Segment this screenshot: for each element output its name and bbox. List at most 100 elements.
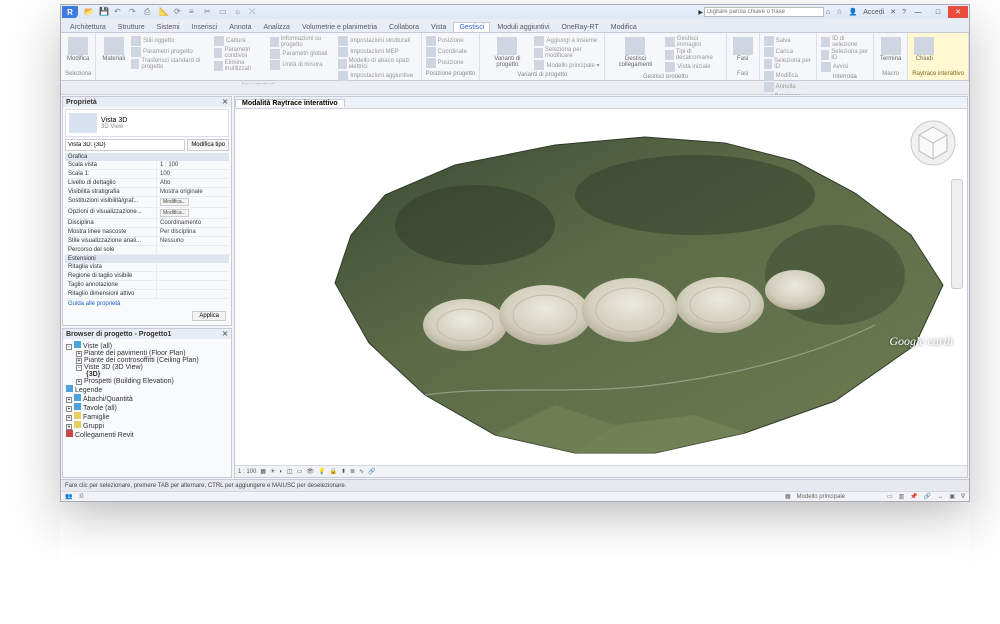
ribbon-parametri-progetto-button[interactable]: Parametri progetto [131, 47, 210, 57]
ribbon-seleziona-per-id-button[interactable]: Seleziona per ID [821, 49, 869, 61]
prop-row[interactable]: Mostra linee nascostePer disciplina [65, 228, 229, 237]
viewcube[interactable] [909, 119, 957, 167]
prop-row[interactable]: Taglio annotazione [65, 281, 229, 290]
close-button[interactable]: ✕ [948, 6, 968, 18]
tree-node[interactable]: +Famiglie [66, 412, 228, 421]
signin-label[interactable]: Accedi [863, 9, 884, 16]
properties-header[interactable]: Proprietà ✕ [63, 97, 231, 107]
qat-sync-icon[interactable]: ⟳ [174, 7, 184, 17]
ribbon-id-di-selezione-button[interactable]: ID di selezione [821, 36, 869, 48]
ribbon-modello-di-abaco-spazi-elettrici-button[interactable]: Modello di abaco spazi elettrici [338, 58, 416, 70]
ribbon-posizione-button[interactable]: Posizione [426, 36, 467, 46]
prop-row[interactable]: Scala 1:100 [65, 170, 229, 179]
prop-row[interactable]: DisciplinaCoordinamento [65, 219, 229, 228]
ribbon-carica-button[interactable]: Carica [764, 47, 812, 57]
vc-reveal-icon[interactable]: 💡 [318, 468, 325, 475]
ribbon-impostazioni-mep-button[interactable]: Impostazioni MEP [338, 47, 416, 57]
tab-strutture[interactable]: Strutture [113, 23, 150, 32]
project-browser-header[interactable]: Browser di progetto - Progetto1 ✕ [63, 329, 231, 339]
ribbon-coordinate-button[interactable]: Coordinate [426, 47, 467, 57]
prop-row[interactable]: Livello di dettaglioAlto [65, 179, 229, 188]
tree-node[interactable]: +Tavole (all) [66, 403, 228, 412]
tab-sistemi[interactable]: Sistemi [152, 23, 185, 32]
ribbon-unit-di-misura-button[interactable]: Unità di misura [270, 60, 334, 70]
status-filter2-icon[interactable]: ∇ [961, 493, 965, 500]
status-model-label[interactable]: Modello principale [797, 494, 845, 500]
tab-gestisci[interactable]: Gestisci [453, 22, 490, 32]
prop-row[interactable]: Sostituzioni visibilità/graf...Modifica.… [65, 197, 229, 208]
status-design-option-icon[interactable]: ▦ [785, 493, 791, 500]
tree-node[interactable]: Legende [66, 385, 228, 394]
qat-3d-icon[interactable]: ▭ [219, 7, 229, 17]
view-scale[interactable]: 1 : 100 [238, 469, 256, 475]
vc-crop-icon[interactable]: ◫ [287, 468, 293, 475]
vc-constraints-icon[interactable]: 🔒 [330, 468, 337, 475]
vc-level-icon[interactable]: ⬍ [341, 468, 346, 475]
prop-row[interactable]: Ritaglia vista [65, 263, 229, 272]
tree-node[interactable]: Collegamenti Revit [66, 430, 228, 439]
tree-node[interactable]: +Piante dei controsoffitti (Ceiling Plan… [66, 357, 228, 364]
ribbon-vista-iniziale-button[interactable]: Vista iniziale [665, 62, 721, 72]
ribbon-salva-button[interactable]: Salva [764, 36, 812, 46]
prop-row[interactable]: Stile visualizzazione anali...Nessuno [65, 237, 229, 246]
ribbon-cattura-button[interactable]: Cattura [214, 36, 266, 46]
status-worksets-icon[interactable]: 👥 [65, 493, 72, 500]
view-tab-active[interactable]: Modalità Raytrace interattivo [235, 99, 345, 107]
ribbon-varianti-di-progetto-button[interactable]: Varianti di progetto [484, 35, 530, 70]
tab-analizza[interactable]: Analizza [258, 23, 294, 32]
prop-row[interactable]: Scala vista1 : 100 [65, 161, 229, 170]
ribbon-parametri-condivisi-button[interactable]: Parametri condivisi [214, 47, 266, 59]
infocenter-icon[interactable]: ⌂ [826, 9, 830, 16]
ribbon-seleziona-per-modificare-button[interactable]: Seleziona per modificare [534, 47, 600, 59]
ribbon-trasferisci-standard-di-progetto-button[interactable]: Trasferisci standard di progetto [131, 58, 210, 70]
status-pin-icon[interactable]: 📌 [910, 493, 917, 500]
tree-node[interactable]: -Viste 3D (3D View) [66, 364, 228, 371]
tab-annota[interactable]: Annota [224, 23, 256, 32]
ribbon-gestisci-immagini-button[interactable]: Gestisci immagini [665, 36, 721, 48]
ribbon-materiali-button[interactable]: Materiali [100, 35, 127, 64]
prop-row[interactable]: Percorso del sole [65, 246, 229, 255]
ribbon-informazioni-su-progetto-button[interactable]: Informazioni su progetto [270, 36, 334, 48]
ribbon-elimina-inutilizzati-button[interactable]: Elimina inutilizzati [214, 60, 266, 72]
type-selector[interactable]: Vista 3D 3D View [65, 109, 229, 137]
properties-close-icon[interactable]: ✕ [222, 98, 228, 106]
apply-button[interactable]: Applica [192, 311, 226, 321]
help-search-input[interactable] [704, 7, 824, 17]
tree-node[interactable]: +Gruppi [66, 421, 228, 430]
3d-canvas[interactable]: Google earth [235, 109, 967, 465]
status-face-icon[interactable]: ▣ [949, 493, 955, 500]
ribbon-impostazioni-strutturali-button[interactable]: Impostazioni strutturali [338, 36, 416, 46]
prop-category-graphics[interactable]: Grafica [65, 153, 229, 161]
vc-link-icon[interactable]: 🔗 [368, 468, 375, 475]
tab-collabora[interactable]: Collabora [384, 23, 424, 32]
vc-sun-icon[interactable]: ☀ [270, 468, 275, 475]
qat-measure-icon[interactable]: 📐 [159, 7, 169, 17]
prop-row[interactable]: Opzioni di visualizzazione...Modifica... [65, 208, 229, 219]
qat-print-icon[interactable]: ⎙ [144, 7, 154, 17]
navigation-bar[interactable] [951, 179, 963, 289]
ribbon-termina-button[interactable]: Termina [878, 35, 903, 64]
tab-volumetrie-e-planimetria[interactable]: Volumetrie e planimetria [297, 23, 382, 32]
ribbon-aggiungi-a-insieme-button[interactable]: Aggiungi a insieme [534, 36, 600, 46]
edit-type-button[interactable]: Modifica tipo [187, 139, 229, 151]
vc-model-icon[interactable]: ▦ [260, 468, 266, 475]
qat-undo-icon[interactable]: ↶ [114, 7, 124, 17]
vc-split-icon[interactable]: ≣ [350, 468, 355, 475]
star-icon[interactable]: ☆ [836, 8, 842, 16]
tab-inserisci[interactable]: Inserisci [187, 23, 223, 32]
ribbon-chiudi-button[interactable]: Chiudi [912, 35, 936, 64]
status-link-icon[interactable]: 🔗 [924, 493, 931, 500]
vc-shadow-icon[interactable]: ◐ [279, 469, 283, 475]
tree-node[interactable]: -Viste (all) [66, 341, 228, 350]
ribbon-avvisi-button[interactable]: Avvisi [821, 62, 869, 72]
ribbon-seleziona-per-id-button[interactable]: Seleziona per ID [764, 58, 812, 70]
ribbon-stili-oggetto-button[interactable]: Stili oggetto [131, 36, 210, 46]
status-select-icon[interactable]: ▭ [887, 493, 893, 500]
ribbon-gestisci-collegamenti-button[interactable]: Gestisci collegamenti [609, 35, 661, 70]
ribbon-modifica-button[interactable]: Modifica [65, 35, 91, 64]
ribbon-tipi-di-decalcomanie-button[interactable]: Tipi di decalcomanie [665, 49, 721, 61]
tree-node[interactable]: {3D} [66, 371, 228, 378]
ribbon-modello-principale--button[interactable]: Modello principale ▾ [534, 60, 600, 70]
exchange-icon[interactable]: ✕ [890, 8, 896, 16]
ribbon-annulla-button[interactable]: Annulla [764, 82, 812, 92]
